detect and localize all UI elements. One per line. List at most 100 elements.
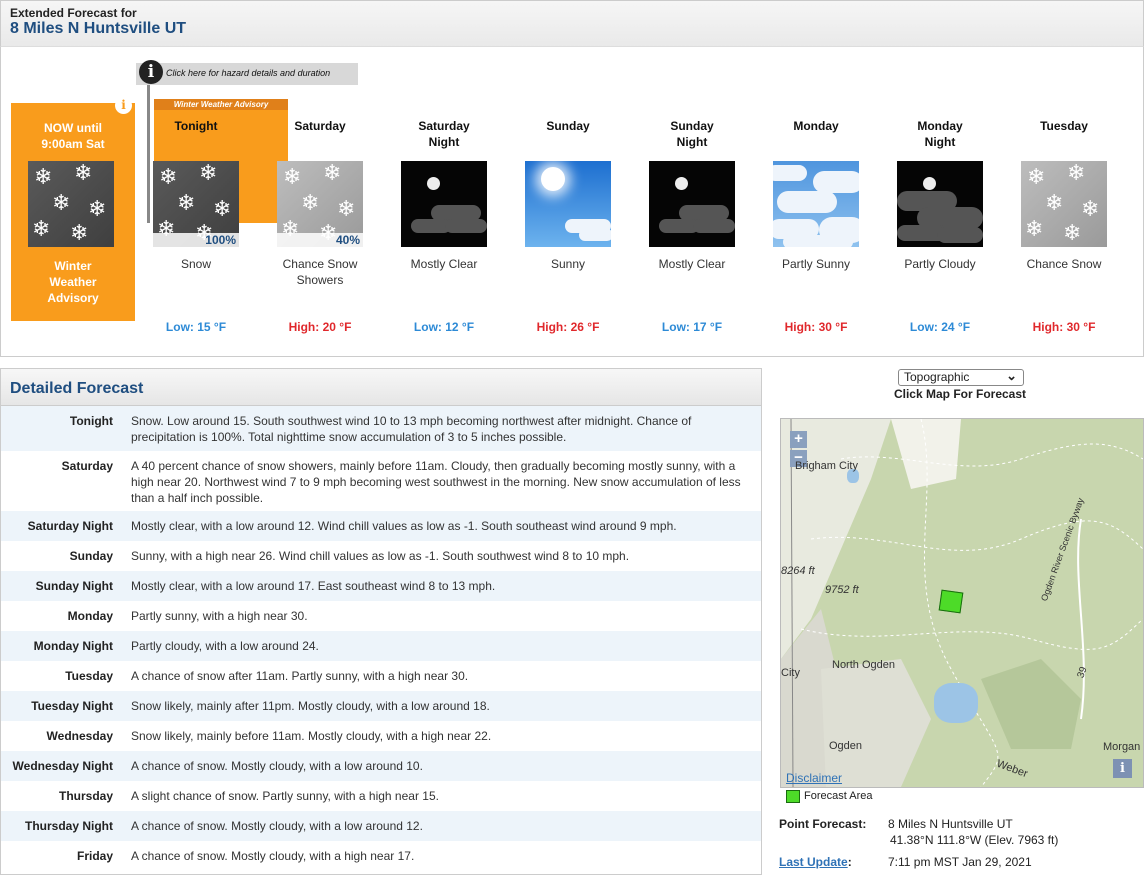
forecast-period-1[interactable]: Saturday ❄❄❄❄❄❄40% Chance Snow Showers High… [258,99,382,339]
detailed-period-text: A slight chance of snow. Partly sunny, w… [131,789,439,803]
snow-showers-icon[interactable]: ❄❄❄❄❄❄40% [277,161,363,247]
detailed-period-label: Friday [76,849,113,863]
map-type-value[interactable]: Topographic [904,370,969,385]
detailed-forecast-row: Wednesday Night A chance of snow. Mostly … [1,751,761,781]
detailed-forecast-row: Sunday Night Mostly clear, with a low aro… [1,571,761,601]
zoom-in-button[interactable]: + [790,431,807,448]
forecast-area-legend-text: Forecast Area [804,790,873,802]
pineview-reservoir [934,683,978,723]
chance-snow-icon[interactable]: ❄ ❄ ❄ ❄ ❄ ❄ [1021,161,1107,247]
forecast-area-marker[interactable] [938,589,964,614]
detailed-period-label: Tonight [69,414,113,428]
detailed-period-label: Sunday [69,549,113,563]
forecast-map[interactable]: + − Brigham City 8264 ft 9752 ft North O… [780,418,1144,788]
period-temperature: Low: 17 °F [661,320,723,334]
forecast-period-0[interactable]: Tonight ❄❄❄❄❄❄100% Snow Low: 15 °F [134,99,258,339]
forecast-period-4[interactable]: Sunday Night Mostly Clear Low: 17 °F [630,99,754,339]
map-type-select[interactable]: Topographic ⌄ [898,368,1024,386]
period-name: Tuesday [1040,119,1088,133]
forecast-period-2[interactable]: Saturday Night Mostly Clear Low: 12 °F [382,99,506,339]
point-forecast-label: Point Forecast: [779,817,867,831]
detailed-period-label: Sunday Night [35,579,113,593]
period-short-forecast: Mostly Clear [410,257,478,271]
chevron-down-icon[interactable]: ⌄ [1006,368,1017,383]
detailed-forecast-row: Sunday Sunny, with a high near 26. Wind c… [1,541,761,571]
click-map-label: Click Map For Forecast [893,387,1027,401]
info-icon[interactable]: i [115,97,132,114]
map-label-elev-9752: 9752 ft [825,584,859,596]
detailed-period-label: Thursday [58,789,113,803]
hazard-tooltip-text[interactable]: Click here for hazard details and durati… [166,68,330,78]
snow-icon[interactable]: ❄❄❄❄❄❄100% [153,161,239,247]
map-label-city: City [781,667,800,679]
detailed-period-text: Sunny, with a high near 26. Wind chill v… [131,549,630,563]
detailed-period-text: Snow likely, mainly after 11pm. Mostly c… [131,699,490,713]
map-label-brigham: Brigham City [795,460,858,472]
point-forecast-coords: 41.38°N 111.8°W (Elev. 7963 ft) [890,833,1059,847]
forecast-period-7[interactable]: Tuesday ❄ ❄ ❄ ❄ ❄ ❄ Chance Snow High: 30 °F [1002,99,1126,339]
night-partly-cloudy-icon[interactable] [897,161,983,247]
map-label-ogden: Ogden [829,740,863,752]
map-label-morgan: Morgan [1103,741,1141,753]
forecast-area-swatch [786,790,800,803]
period-name: Saturday Night [418,119,470,149]
hazard-details-link[interactable]: i Click here for hazard details and dura… [136,60,358,85]
period-short-forecast: Chance Snow Showers [282,257,358,287]
forecast-period-6[interactable]: Monday Night Partly Cloudy Low: 24 °F [878,99,1002,339]
point-forecast-place: 8 Miles N Huntsville UT [888,817,1013,831]
precip-chance-value: 40% [335,233,360,247]
detailed-period-text: A chance of snow. Mostly cloudy, with a … [131,819,423,833]
period-name: Monday [793,119,839,133]
now-advisory-box[interactable]: i NOW until 9:00am Sat ❄ ❄ ❄ ❄ ❄ ❄ Winter W… [11,97,135,321]
sunny-icon[interactable] [525,161,611,247]
detailed-forecast-row: Thursday A slight chance of snow. Partly … [1,781,761,811]
period-temperature: High: 20 °F [288,320,352,334]
detailed-period-label: Tuesday [65,669,113,683]
period-temperature: High: 30 °F [784,320,848,334]
detailed-period-label: Wednesday [46,729,113,743]
detailed-forecast-row: Tuesday Night Snow likely, mainly after 1… [1,691,761,721]
detailed-period-text: A chance of snow. Mostly cloudy, with a … [131,849,415,863]
detailed-period-label: Saturday [61,459,113,473]
detailed-forecast-header: Detailed Forecast [1,369,761,406]
disclaimer-link[interactable]: Disclaimer [786,771,842,785]
period-name: Monday Night [917,119,963,149]
forecast-period-5[interactable]: Monday Partly Sunny High: 30 °F [754,99,878,339]
detailed-period-label: Wednesday Night [12,759,113,773]
detailed-forecast-title: Detailed Forecast [10,380,144,397]
snow-icon: ❄ ❄ ❄ ❄ ❄ ❄ [28,161,114,247]
last-update-link[interactable]: Last Update [779,855,848,869]
detailed-forecast-row: Thursday Night A chance of snow. Mostly c… [1,811,761,841]
detailed-forecast-row: Tonight Snow. Low around 15. South southw… [1,406,761,451]
night-clear-icon[interactable] [401,161,487,247]
map-label-elev-8264: 8264 ft [781,565,815,577]
period-short-forecast: Partly Cloudy [904,257,976,271]
night-clear-icon[interactable] [649,161,735,247]
precip-chance: 100% [153,233,239,247]
precip-chance: 40% [277,233,363,247]
period-name: Sunday [546,119,590,133]
detailed-period-label: Thursday Night [24,819,113,833]
now-title: NOW until 9:00am Sat [41,121,105,151]
info-icon[interactable]: i [139,60,163,84]
period-temperature: Low: 15 °F [165,320,227,334]
detailed-period-label: Monday [67,609,113,623]
now-advisory-label[interactable]: Winter Weather Advisory [11,258,135,306]
detailed-period-text: A 40 percent chance of snow showers, mai… [131,459,741,505]
detailed-forecast-row: Monday Partly sunny, with a high near 30. [1,601,761,631]
last-update-colon: : [847,855,852,869]
location-title: 8 Miles N Huntsville UT [10,20,187,37]
detailed-period-text: Snow likely, mainly before 11am. Mostly … [131,729,492,743]
period-short-forecast: Sunny [550,257,586,271]
detailed-forecast-row: Monday Night Partly cloudy, with a low ar… [1,631,761,661]
header-label: Extended Forecast for [10,6,137,20]
detailed-forecast-panel: Detailed Forecast Tonight Snow. Low aroun… [0,368,762,875]
period-short-forecast: Snow [180,257,212,271]
last-update-value: 7:11 pm MST Jan 29, 2021 [888,855,1032,869]
map-info-icon[interactable]: i [1113,759,1132,778]
partly-sunny-icon[interactable] [773,161,859,247]
detailed-period-label: Monday Night [33,639,113,653]
forecast-period-3[interactable]: Sunday Sunny High: 26 °F [506,99,630,339]
period-short-forecast: Partly Sunny [781,257,851,271]
period-temperature: High: 26 °F [536,320,600,334]
